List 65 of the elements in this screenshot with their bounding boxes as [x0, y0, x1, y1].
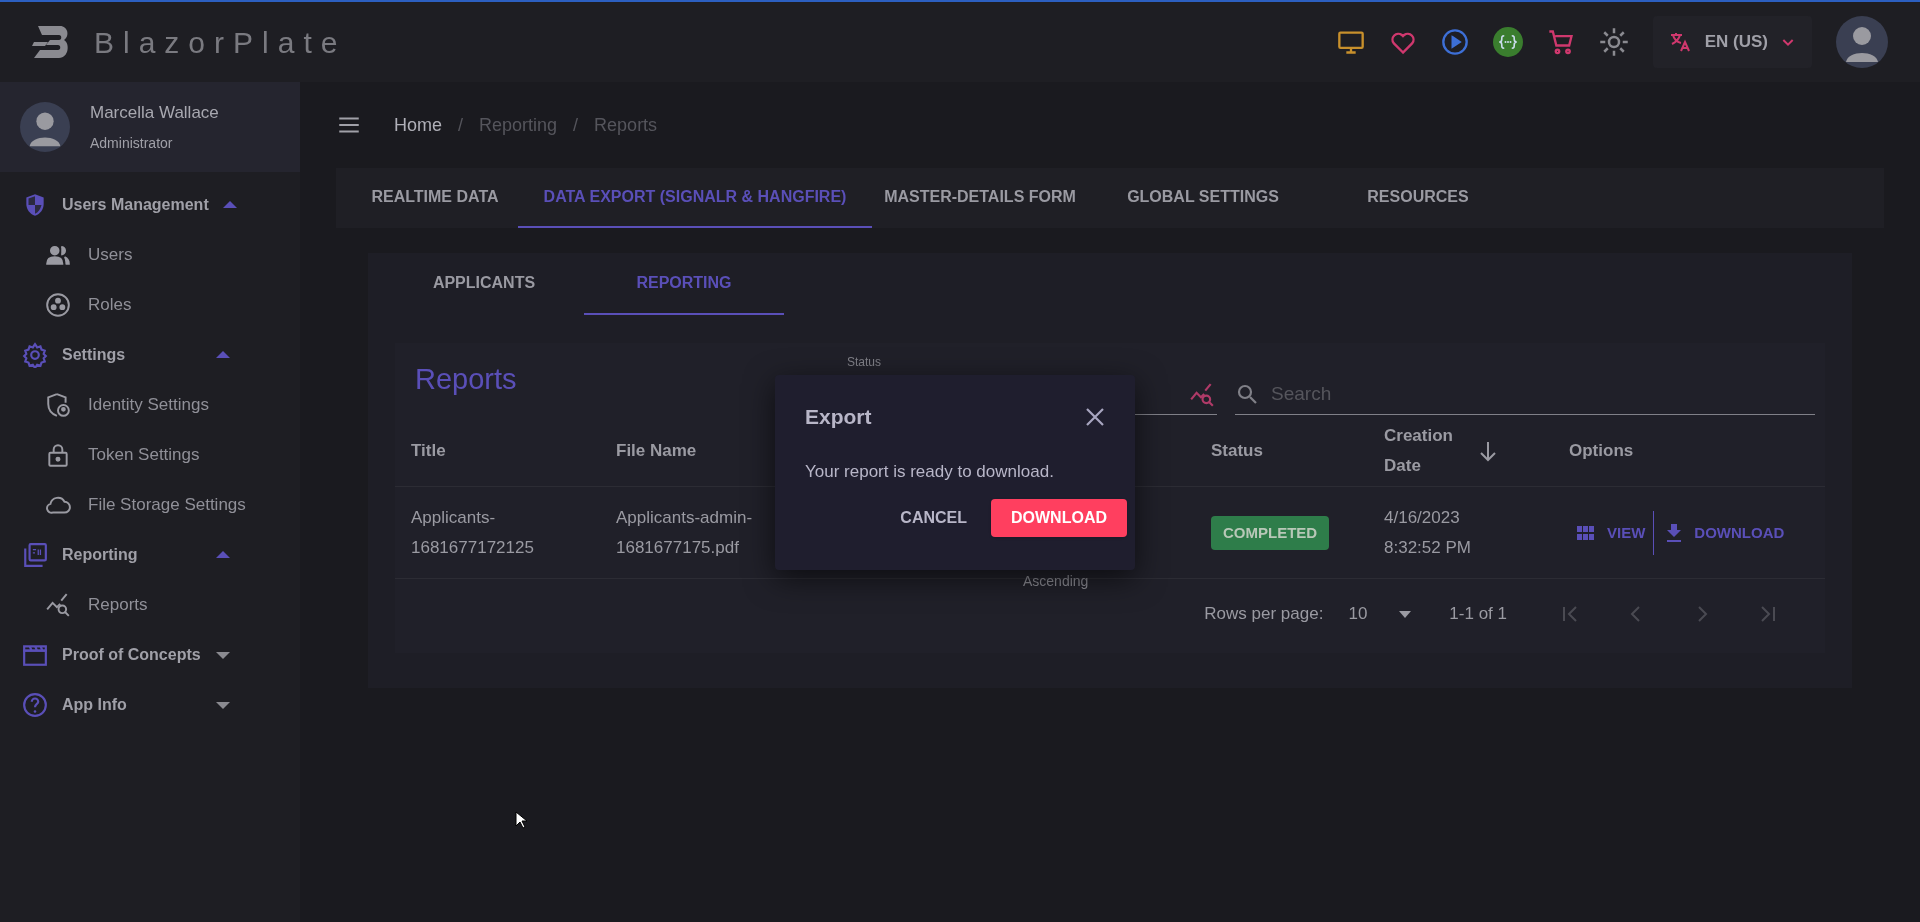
page-range: 1-1 of 1 [1449, 603, 1507, 626]
nav-group-item[interactable]: Users Management [0, 180, 300, 230]
table-cell-text: Applicants-admin-1681677175.pdf [616, 506, 754, 559]
tab[interactable]: MASTER-DETAILS FORM [872, 168, 1088, 228]
logo-text: BlazorPlate [94, 24, 347, 61]
chart-search-icon [1189, 382, 1215, 408]
tab[interactable]: REALTIME DATA [352, 168, 518, 228]
tooltip-text: Ascending [1023, 572, 1089, 591]
column-header: Status [1211, 439, 1263, 462]
table-cell-text: 4/16/2023 8:32:52 PM [1384, 506, 1472, 559]
table-cell-text: Applicants-1681677172125 [411, 506, 535, 559]
user-role: Administrator [90, 134, 174, 154]
column-header: Options [1568, 439, 1634, 462]
column-header: Creation Date [1384, 424, 1454, 477]
avatar-icon [20, 102, 70, 152]
user-name: Marcella Wallace [90, 101, 219, 124]
status-badge: COMPLETED [1211, 515, 1330, 550]
tab[interactable]: RESOURCES [1318, 168, 1518, 228]
search-icon [1235, 382, 1259, 406]
code-icon[interactable] [1492, 27, 1523, 57]
nav-group-item[interactable]: Reporting [0, 530, 300, 580]
cart-icon[interactable] [1546, 28, 1575, 56]
nav-group-item[interactable]: Settings [0, 330, 300, 380]
gear-icon [22, 342, 48, 368]
mouse-cursor-icon [515, 811, 527, 829]
rows-per-page-select[interactable]: 10 [1348, 601, 1412, 627]
nav-sub-item[interactable]: Users [0, 230, 300, 280]
download-button[interactable]: DOWNLOAD [991, 499, 1127, 537]
column-header: Title [411, 439, 446, 462]
nav-sub-item[interactable]: File Storage Settings [0, 480, 300, 530]
nav-sub-item[interactable]: Roles [0, 280, 300, 330]
nav-group-item[interactable]: Proof of Concepts [0, 630, 300, 680]
nav-sub-item[interactable]: Reports [0, 580, 300, 630]
close-icon[interactable] [1085, 406, 1105, 427]
breadcrumb-separator: / [458, 113, 464, 137]
nav-group-item[interactable]: App Info [0, 680, 300, 730]
nav-sub-item[interactable]: Token Settings [0, 430, 300, 480]
caret-down-icon [1399, 610, 1412, 618]
breadcrumb-link: Reporting [479, 113, 558, 137]
download-icon [1666, 523, 1683, 542]
play-icon[interactable] [1440, 28, 1469, 56]
shield-person-icon [45, 392, 71, 418]
rows-per-page-label: Rows per page: [1204, 603, 1324, 626]
column-header: File Name [616, 439, 697, 462]
grid-icon [1577, 524, 1595, 541]
arrow-down-icon[interactable] [1478, 439, 1498, 462]
dialog-title: Export [805, 404, 872, 430]
help-icon [22, 692, 48, 718]
chart-search-icon [45, 592, 71, 618]
breadcrumb-separator: / [573, 113, 579, 137]
breadcrumb-link: Reports [594, 113, 658, 137]
document-stack-icon [22, 542, 48, 568]
card-title: Reports [415, 361, 518, 397]
dialog-message: Your report is ready to download. [805, 460, 1055, 483]
tab[interactable]: GLOBAL SETTINGS [1088, 168, 1318, 228]
breadcrumb-link[interactable]: Home [394, 111, 442, 139]
lock-icon [45, 442, 71, 468]
cancel-button[interactable]: CANCEL [888, 499, 979, 537]
circle-dots-icon [45, 292, 71, 318]
nav-sub-item[interactable]: Identity Settings [0, 380, 300, 430]
clapperboard-icon [22, 642, 48, 668]
translate-icon [1668, 30, 1693, 54]
language-button[interactable]: EN (US) [1652, 16, 1812, 68]
tab[interactable]: APPLICANTS [384, 253, 584, 315]
avatar-icon[interactable] [1836, 16, 1888, 68]
